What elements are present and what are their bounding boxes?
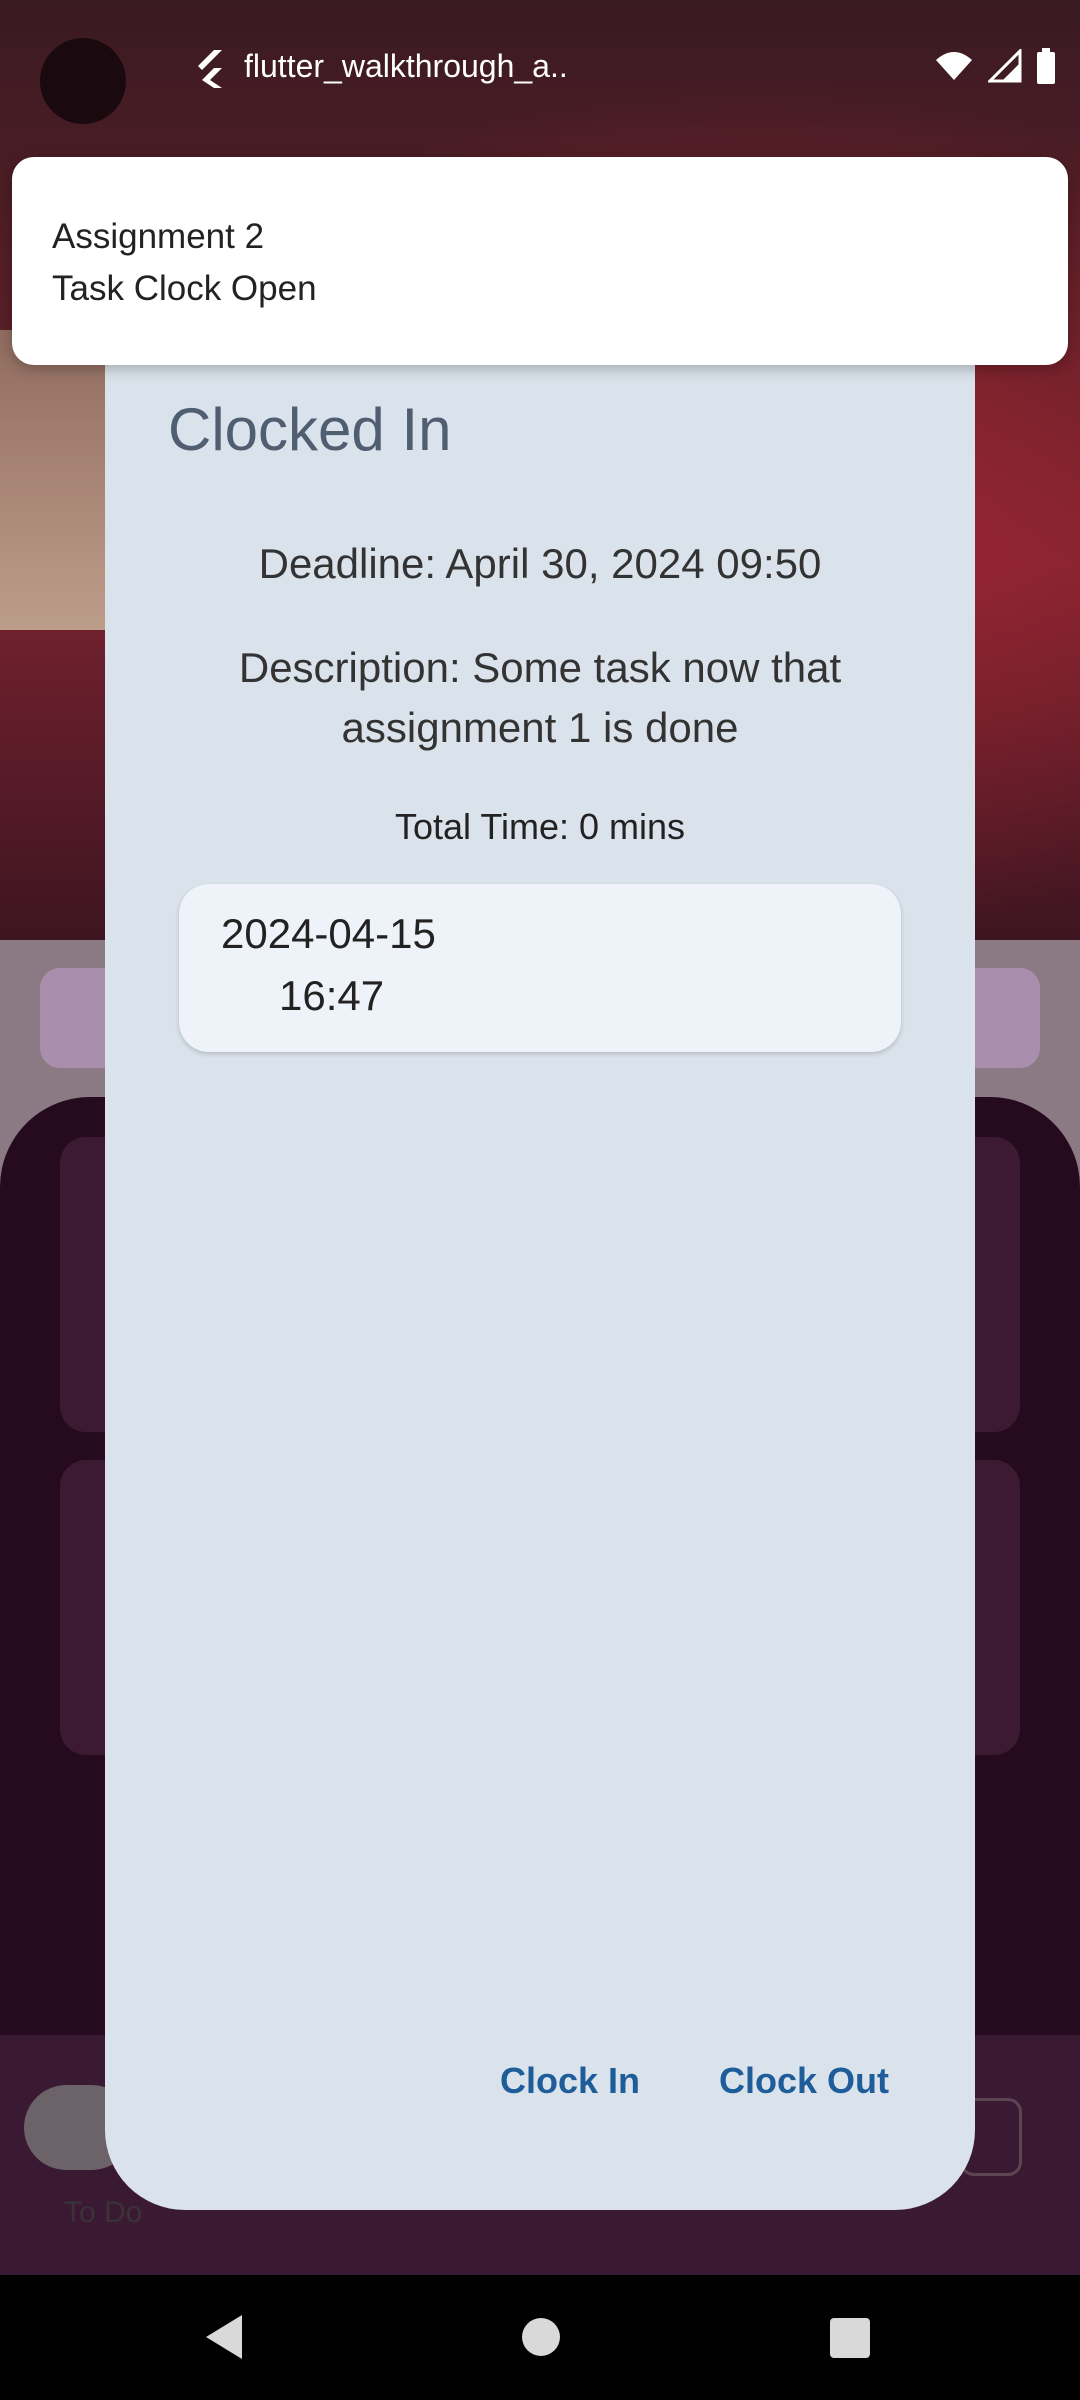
- description-text: Description: Some task now that assignme…: [238, 644, 842, 751]
- notification-body: Task Clock Open: [52, 269, 317, 308]
- clock-dialog: Clocked In Deadline: April 30, 2024 09:5…: [105, 360, 975, 2210]
- home-icon[interactable]: [522, 2318, 560, 2356]
- entry-time: 16:47: [279, 972, 385, 1019]
- clock-out-button[interactable]: Clock Out: [719, 2060, 889, 2102]
- entry-date: 2024-04-15: [221, 910, 436, 957]
- camera-cutout: [40, 38, 126, 124]
- total-time-text: Total Time: 0 mins: [394, 806, 686, 847]
- status-bar: flutter_walkthrough_a..: [0, 0, 1080, 124]
- signal-icon: [988, 49, 1022, 83]
- recents-icon[interactable]: [830, 2318, 870, 2358]
- background-window: [0, 330, 120, 630]
- time-entry-card[interactable]: 2024-04-15 16:47: [179, 884, 901, 1052]
- back-icon[interactable]: [202, 2313, 246, 2361]
- system-nav-bar: [0, 2275, 1080, 2400]
- clock-in-button[interactable]: Clock In: [500, 2060, 640, 2102]
- status-icons: [934, 48, 1056, 84]
- dialog-title: Clocked In: [168, 396, 452, 463]
- notification-title: Assignment 2: [52, 217, 265, 256]
- notification-banner[interactable]: Assignment 2 Task Clock Open: [12, 157, 1068, 365]
- wifi-icon: [936, 52, 972, 80]
- flutter-icon: [198, 50, 222, 88]
- deadline-text: Deadline: April 30, 2024 09:50: [258, 540, 822, 587]
- background-nav-label: To Do: [64, 2196, 143, 2229]
- app-title: flutter_walkthrough_a..: [244, 48, 568, 84]
- battery-icon: [1037, 48, 1055, 84]
